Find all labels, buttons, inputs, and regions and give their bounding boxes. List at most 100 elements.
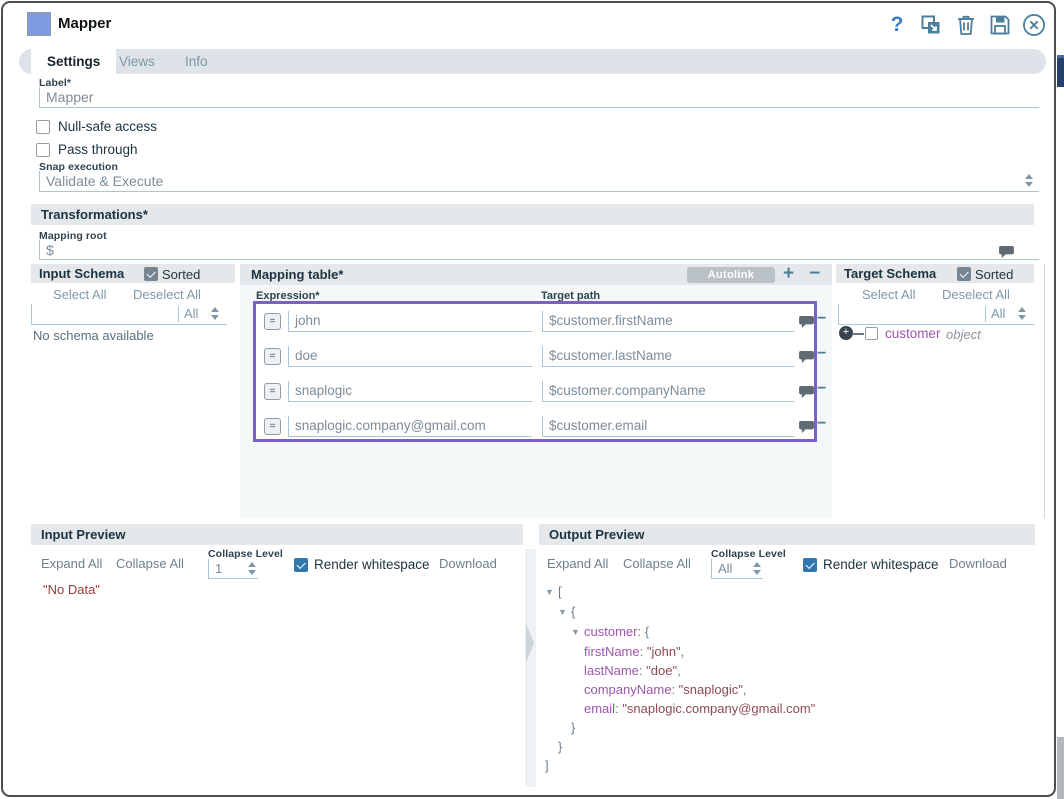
target-node-name[interactable]: customer [885, 326, 941, 341]
transformations-section-header: Transformations* [31, 204, 1034, 225]
collapse-toggle-icon[interactable]: ▼ [558, 603, 571, 622]
json-tree-line: ▼{ [543, 602, 815, 622]
output-preview-collapse-level-stepper-icon[interactable] [753, 562, 762, 575]
expression-input[interactable]: doe [288, 346, 532, 367]
input-preview-expand-all[interactable]: Expand All [41, 556, 102, 571]
input-preview-collapse-level-stepper-icon[interactable] [248, 562, 257, 575]
input-schema-scope-select[interactable]: All [184, 306, 198, 321]
json-tree-line: companyName: "snaplogic", [543, 680, 815, 699]
json-tree-line: ▼customer: { [543, 622, 815, 642]
expression-input[interactable]: john [288, 311, 532, 332]
expression-toggle-button[interactable]: = [264, 313, 281, 330]
input-preview-panel: Input Preview Expand All Collapse All Co… [31, 524, 523, 786]
tree-connector-line [852, 333, 864, 335]
input-schema-sorted-label: Sorted [162, 265, 200, 284]
snap-execution-stepper-icon[interactable] [1025, 174, 1034, 187]
null-safe-checkbox[interactable] [36, 120, 50, 134]
mapper-settings-dialog: Mapper ? Settings Views Info [1, 1, 1056, 797]
expression-input[interactable]: snaplogic [288, 381, 532, 402]
input-schema-sorted-checkbox[interactable] [144, 267, 158, 281]
delete-row-icon[interactable]: − [817, 345, 826, 363]
output-preview-render-whitespace-checkbox[interactable] [803, 558, 817, 572]
chevron-right-icon[interactable] [525, 621, 535, 665]
collapse-toggle-icon[interactable]: ▼ [545, 583, 558, 602]
snap-execution-select[interactable]: Validate & Execute [39, 171, 1039, 192]
json-tree-line: email: "snaplogic.company@gmail.com" [543, 699, 815, 718]
mapping-table-row: =doe$customer.lastName− [256, 340, 814, 375]
input-schema-deselect-all[interactable]: Deselect All [133, 287, 201, 302]
target-schema-title: Target Schema [836, 266, 936, 281]
target-node-type: object [946, 327, 981, 342]
json-tree-line: } [543, 718, 815, 737]
delete-row-icon[interactable]: − [817, 380, 826, 398]
input-preview-render-whitespace-checkbox[interactable] [294, 558, 308, 572]
comment-bubble-icon[interactable] [799, 386, 814, 404]
target-schema-sorted-checkbox[interactable] [957, 267, 971, 281]
help-icon[interactable]: ? [884, 12, 910, 38]
input-schema-filter-input[interactable]: All [31, 304, 227, 325]
scroll-track[interactable] [1044, 264, 1045, 518]
target-schema-deselect-all[interactable]: Deselect All [942, 287, 1010, 302]
export-icon[interactable] [919, 13, 945, 39]
dialog-title: Mapper [58, 15, 111, 32]
input-schema-scope-stepper-icon[interactable] [211, 307, 220, 320]
expression-toggle-button[interactable]: = [264, 383, 281, 400]
close-icon[interactable] [1021, 12, 1047, 38]
target-path-input[interactable]: $customer.lastName [542, 346, 794, 367]
target-schema-scope-stepper-icon[interactable] [1018, 307, 1027, 320]
output-preview-download[interactable]: Download [949, 556, 1007, 571]
output-preview-collapse-all[interactable]: Collapse All [623, 556, 691, 571]
mapping-table-panel: Mapping table* Autolink + − Expression* … [240, 264, 832, 518]
remove-row-button[interactable]: − [809, 264, 820, 284]
delete-row-icon[interactable]: − [817, 415, 826, 433]
target-schema-scope-select[interactable]: All [991, 306, 1005, 321]
collapse-toggle-icon[interactable]: ▼ [571, 623, 584, 642]
input-preview-collapse-all[interactable]: Collapse All [116, 556, 184, 571]
target-schema-filter-input[interactable]: All [838, 304, 1034, 325]
expression-input[interactable]: snaplogic.company@gmail.com [288, 416, 532, 437]
target-path-input[interactable]: $customer.email [542, 416, 794, 437]
comment-bubble-icon[interactable] [799, 421, 814, 439]
expression-toggle-button[interactable]: = [264, 348, 281, 365]
tab-views[interactable]: Views [113, 49, 161, 74]
delete-icon[interactable] [954, 13, 980, 39]
target-schema-select-all[interactable]: Select All [862, 287, 915, 302]
input-schema-empty-text: No schema available [33, 328, 154, 343]
target-schema-sorted-label: Sorted [975, 265, 1013, 284]
pass-through-checkbox[interactable] [36, 143, 50, 157]
preview-splitter[interactable] [525, 549, 536, 787]
comment-bubble-icon[interactable] [799, 316, 814, 334]
tab-info[interactable]: Info [179, 49, 214, 74]
autolink-button[interactable]: Autolink [687, 267, 775, 283]
delete-row-icon[interactable]: − [817, 310, 826, 328]
input-preview-download[interactable]: Download [439, 556, 497, 571]
target-path-input[interactable]: $customer.companyName [542, 381, 794, 402]
mapping-table-title: Mapping table* [240, 267, 343, 282]
comment-bubble-icon[interactable] [799, 351, 814, 369]
add-row-button[interactable]: + [783, 264, 794, 284]
output-preview-title: Output Preview [539, 527, 644, 542]
output-preview-expand-all[interactable]: Expand All [547, 556, 608, 571]
mapping-table-row: =snaplogic$customer.companyName− [256, 375, 814, 410]
expand-node-icon[interactable]: + [839, 326, 853, 340]
json-tree-line: firstName: "john", [543, 642, 815, 661]
mapping-root-input[interactable]: $ [39, 240, 1039, 260]
input-preview-title: Input Preview [31, 527, 126, 542]
output-preview-render-whitespace-label: Render whitespace [823, 557, 939, 572]
expression-toggle-button[interactable]: = [264, 418, 281, 435]
label-input[interactable]: Mapper [39, 87, 1039, 108]
input-schema-title: Input Schema [31, 266, 124, 281]
snap-icon [27, 12, 51, 36]
background-artifact [1057, 737, 1064, 799]
save-icon[interactable] [988, 13, 1014, 39]
target-node-checkbox[interactable] [865, 327, 878, 340]
json-tree-line: ] [543, 756, 815, 775]
mapping-table-row: = snaplogic.company@gmail.com $customer.em… [256, 410, 814, 445]
target-schema-panel: Target Schema Sorted Select All Deselect… [836, 264, 1034, 518]
tab-settings[interactable]: Settings [31, 49, 116, 74]
comment-bubble-icon[interactable] [999, 246, 1014, 264]
tab-bar: Settings Views Info [19, 49, 1046, 74]
input-preview-render-whitespace-label: Render whitespace [314, 557, 430, 572]
input-schema-select-all[interactable]: Select All [53, 287, 106, 302]
target-path-input[interactable]: $customer.firstName [542, 311, 794, 332]
